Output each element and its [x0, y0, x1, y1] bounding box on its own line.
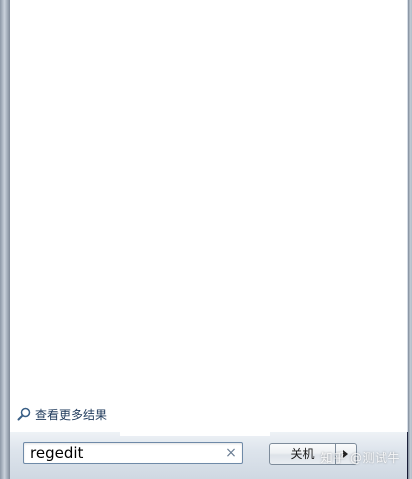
watermark: 知乎 @测试牛: [320, 451, 400, 465]
desktop-background: 查看更多结果 × 关机 知乎 @测试牛: [0, 0, 412, 479]
window-frame-left: [0, 0, 10, 479]
start-search-input[interactable]: [30, 443, 210, 463]
search-icon: [17, 407, 31, 421]
close-icon[interactable]: ×: [224, 445, 238, 461]
bottom-bar-highlight: [120, 432, 270, 436]
start-menu-results-pane: 查看更多结果: [10, 0, 408, 432]
see-more-results-link[interactable]: 查看更多结果: [17, 405, 107, 423]
see-more-results-label: 查看更多结果: [35, 407, 108, 422]
start-search-box[interactable]: ×: [23, 442, 243, 464]
window-frame-right: [408, 0, 412, 479]
